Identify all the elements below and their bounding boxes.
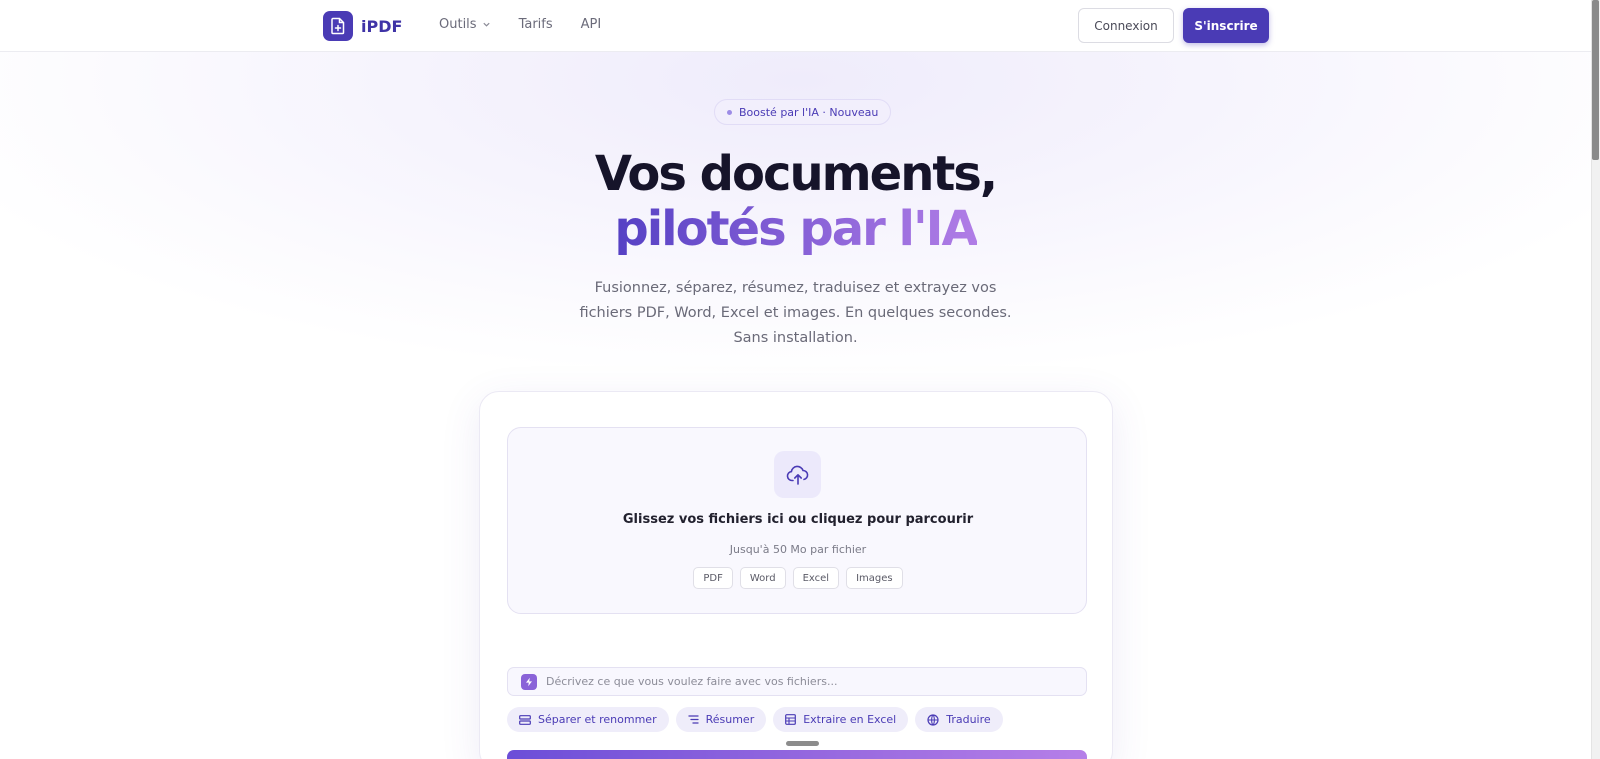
hero-subtitle: Fusionnez, séparez, résumez, traduisez e… bbox=[579, 280, 1012, 346]
logo-text: iPDF bbox=[361, 16, 403, 36]
split-icon bbox=[519, 714, 531, 725]
nav-link-label: Outils bbox=[439, 17, 477, 32]
quick-actions: Séparer et renommer Résumer Extraire en … bbox=[507, 707, 1003, 732]
action-separate-rename[interactable]: Séparer et renommer bbox=[507, 707, 669, 732]
sparkle-icon bbox=[521, 673, 537, 690]
action-summarize[interactable]: Résumer bbox=[675, 707, 767, 732]
nav-link-api[interactable]: API bbox=[581, 17, 602, 32]
nav-link-tarifs[interactable]: Tarifs bbox=[519, 17, 553, 32]
table-icon bbox=[785, 714, 797, 725]
nav-link-outils[interactable]: Outils bbox=[439, 17, 491, 32]
format-chip-pdf: PDF bbox=[693, 567, 733, 589]
scrollbar[interactable] bbox=[1591, 0, 1600, 759]
upload-card: Glissez vos fichiers ici ou cliquez pour… bbox=[479, 391, 1113, 759]
nav-link-label: API bbox=[580, 17, 602, 32]
chevron-down-icon bbox=[482, 22, 490, 27]
nav-links: Outils Tarifs API bbox=[439, 17, 601, 32]
hero-title-line2: pilotés par l'IA bbox=[0, 201, 1591, 257]
top-nav: iPDF Outils Tarifs API Connexion S'inscr… bbox=[0, 0, 1591, 52]
dropzone-title: Glissez vos fichiers ici ou cliquez pour… bbox=[622, 512, 974, 527]
format-chip-images: Images bbox=[846, 567, 903, 589]
action-translate[interactable]: Traduire bbox=[915, 707, 1003, 732]
upload-cloud-icon bbox=[774, 451, 821, 498]
format-chip-excel: Excel bbox=[792, 567, 840, 589]
action-label: Résumer bbox=[705, 713, 755, 726]
format-chip-word: Word bbox=[739, 567, 786, 589]
ai-badge: Boosté par l'IA · Nouveau bbox=[714, 99, 892, 125]
hero-title-gradient: pilotés par l'IA bbox=[614, 201, 978, 257]
dot-icon bbox=[727, 109, 732, 115]
prompt-input[interactable] bbox=[546, 675, 1066, 688]
nav-link-label: Tarifs bbox=[518, 17, 553, 32]
action-label: Traduire bbox=[946, 713, 991, 726]
lines-icon bbox=[687, 715, 699, 724]
globe-icon bbox=[927, 713, 939, 726]
action-label: Séparer et renommer bbox=[538, 713, 657, 726]
page: iPDF Outils Tarifs API Connexion S'inscr… bbox=[0, 0, 1591, 759]
action-label: Extraire en Excel bbox=[803, 713, 897, 726]
submit-button[interactable] bbox=[507, 750, 1087, 759]
hero-title-line1: Vos documents, bbox=[594, 146, 998, 202]
logo[interactable]: iPDF bbox=[323, 11, 402, 41]
drag-handle[interactable] bbox=[786, 741, 819, 746]
format-chips: PDF Word Excel Images bbox=[508, 567, 1088, 589]
dropzone-limit: Jusqu'à 50 Mo par fichier bbox=[729, 543, 867, 556]
login-button[interactable]: Connexion bbox=[1078, 8, 1174, 43]
document-logo-icon bbox=[323, 11, 353, 41]
scrollbar-thumb[interactable] bbox=[1592, 0, 1599, 160]
action-extract-excel[interactable]: Extraire en Excel bbox=[773, 707, 909, 732]
badge-text: Boosté par l'IA · Nouveau bbox=[739, 105, 879, 119]
file-dropzone[interactable]: Glissez vos fichiers ici ou cliquez pour… bbox=[507, 427, 1087, 614]
signup-button[interactable]: S'inscrire bbox=[1183, 8, 1269, 43]
prompt-field[interactable] bbox=[507, 667, 1087, 696]
